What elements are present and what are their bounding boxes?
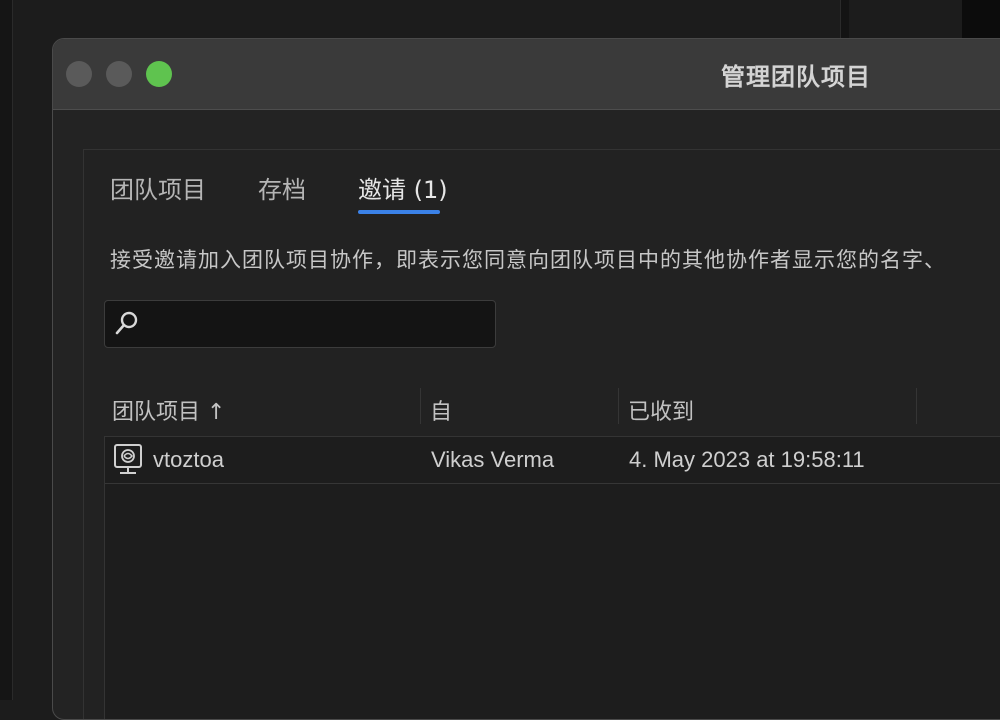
background-divider bbox=[840, 0, 849, 40]
search-field[interactable] bbox=[104, 300, 496, 348]
active-tab-indicator bbox=[358, 210, 440, 214]
manage-team-projects-dialog: 管理团队项目 团队项目 存档 邀请 (1) 接受邀请加入团队项目协作，即表示您同… bbox=[52, 38, 1000, 720]
row-from: Vikas Verma bbox=[431, 447, 555, 472]
search-icon bbox=[115, 311, 138, 335]
dialog-content-panel: 团队项目 存档 邀请 (1) 接受邀请加入团队项目协作，即表示您同意向团队项目中… bbox=[83, 149, 1000, 719]
tab-invitations[interactable]: 邀请 (1) bbox=[358, 170, 448, 205]
tab-archive[interactable]: 存档 bbox=[258, 170, 306, 205]
table-body: vtoztoa Vikas Verma 4. May 2023 at 19:58… bbox=[104, 436, 1000, 719]
team-project-icon bbox=[114, 444, 142, 474]
column-divider[interactable] bbox=[420, 388, 421, 424]
invitations-table: 团队项目 ↑ 自 已收到 vtoztoa Vikas Verma 4. May … bbox=[104, 376, 1000, 719]
zoom-window-button[interactable] bbox=[146, 61, 172, 87]
tab-team-projects[interactable]: 团队项目 bbox=[110, 170, 206, 205]
column-header-team-project[interactable]: 团队项目 ↑ bbox=[112, 394, 225, 426]
search-input[interactable] bbox=[149, 307, 483, 341]
window-title: 管理团队项目 bbox=[721, 63, 871, 91]
table-header: 团队项目 ↑ 自 已收到 bbox=[104, 376, 1000, 436]
column-divider[interactable] bbox=[618, 388, 619, 424]
minimize-window-button[interactable] bbox=[106, 61, 132, 87]
column-header-from[interactable]: 自 bbox=[430, 394, 452, 426]
background-block bbox=[962, 0, 1000, 40]
column-divider[interactable] bbox=[916, 388, 917, 424]
row-project-name: vtoztoa bbox=[153, 447, 224, 472]
row-received: 4. May 2023 at 19:58:11 bbox=[629, 447, 865, 472]
title-bar[interactable]: 管理团队项目 bbox=[53, 39, 1000, 110]
table-row[interactable]: vtoztoa Vikas Verma 4. May 2023 at 19:58… bbox=[105, 437, 1000, 484]
invitation-description: 接受邀请加入团队项目协作，即表示您同意向团队项目中的其他协作者显示您的名字、 bbox=[110, 248, 946, 272]
background-app-panel bbox=[0, 0, 13, 700]
column-header-received[interactable]: 已收到 bbox=[628, 394, 694, 426]
close-window-button[interactable] bbox=[66, 61, 92, 87]
